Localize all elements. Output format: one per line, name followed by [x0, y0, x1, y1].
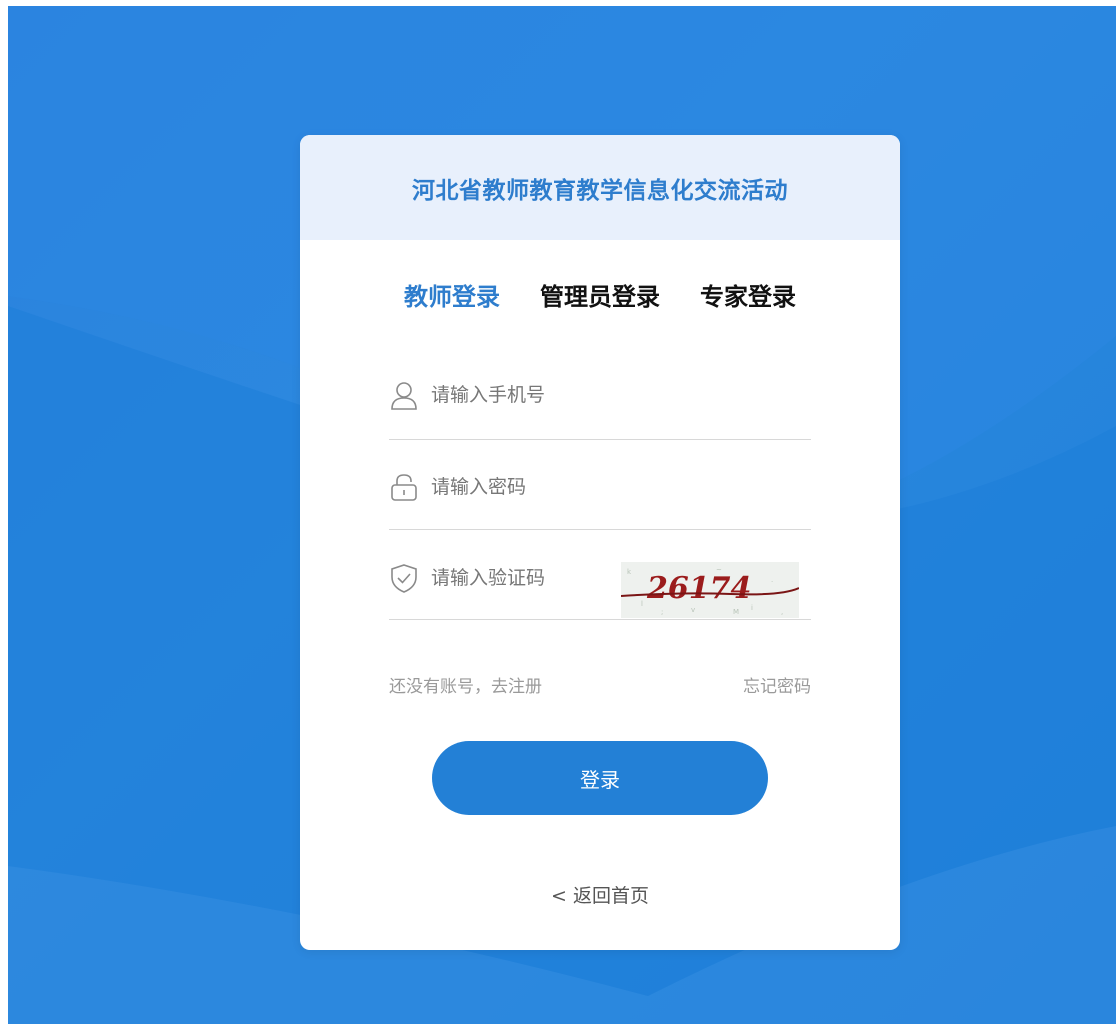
captcha-field-row: kl; v~i .,M 26174	[389, 530, 811, 620]
password-field-row	[389, 440, 811, 530]
phone-field-row	[389, 350, 811, 440]
password-input[interactable]	[431, 472, 651, 502]
svg-text:v: v	[691, 606, 695, 614]
login-card: 河北省教师教育教学信息化交流活动 教师登录 管理员登录 专家登录 请输入手机号 …	[300, 135, 900, 950]
login-page-background: 河北省教师教育教学信息化交流活动 教师登录 管理员登录 专家登录 请输入手机号 …	[8, 6, 1116, 1024]
tab-expert-login[interactable]: 专家登录	[700, 277, 796, 312]
captcha-text: 26174	[646, 571, 751, 606]
forgot-password-link[interactable]: 忘记密码	[743, 672, 811, 697]
svg-text:M: M	[733, 608, 739, 616]
captcha-image[interactable]: k l; v ~ i .,M 26174	[621, 562, 799, 618]
register-link[interactable]: 还没有账号，去注册	[389, 672, 542, 697]
captcha-graphic: kl; v~i .,M 26174	[621, 562, 799, 618]
back-home-link[interactable]: < 返回首页	[300, 881, 900, 908]
svg-text:;: ;	[661, 608, 663, 616]
captcha-input[interactable]	[431, 563, 651, 593]
page-title: 河北省教师教育教学信息化交流活动	[412, 177, 788, 204]
login-type-tabs: 教师登录 管理员登录 专家登录	[300, 277, 900, 312]
lock-icon	[391, 474, 417, 501]
tab-teacher-login[interactable]: 教师登录	[404, 277, 500, 312]
svg-text:.: .	[771, 576, 773, 584]
tab-admin-login[interactable]: 管理员登录	[540, 277, 660, 312]
shield-check-icon	[391, 564, 417, 593]
phone-input[interactable]	[431, 380, 651, 410]
card-header: 河北省教师教育教学信息化交流活动	[300, 135, 900, 240]
auxiliary-links: 还没有账号，去注册 忘记密码	[389, 672, 811, 697]
svg-text:,: ,	[781, 608, 783, 616]
svg-text:l: l	[641, 600, 643, 608]
login-button[interactable]: 登录	[432, 741, 768, 815]
user-icon	[391, 382, 417, 410]
